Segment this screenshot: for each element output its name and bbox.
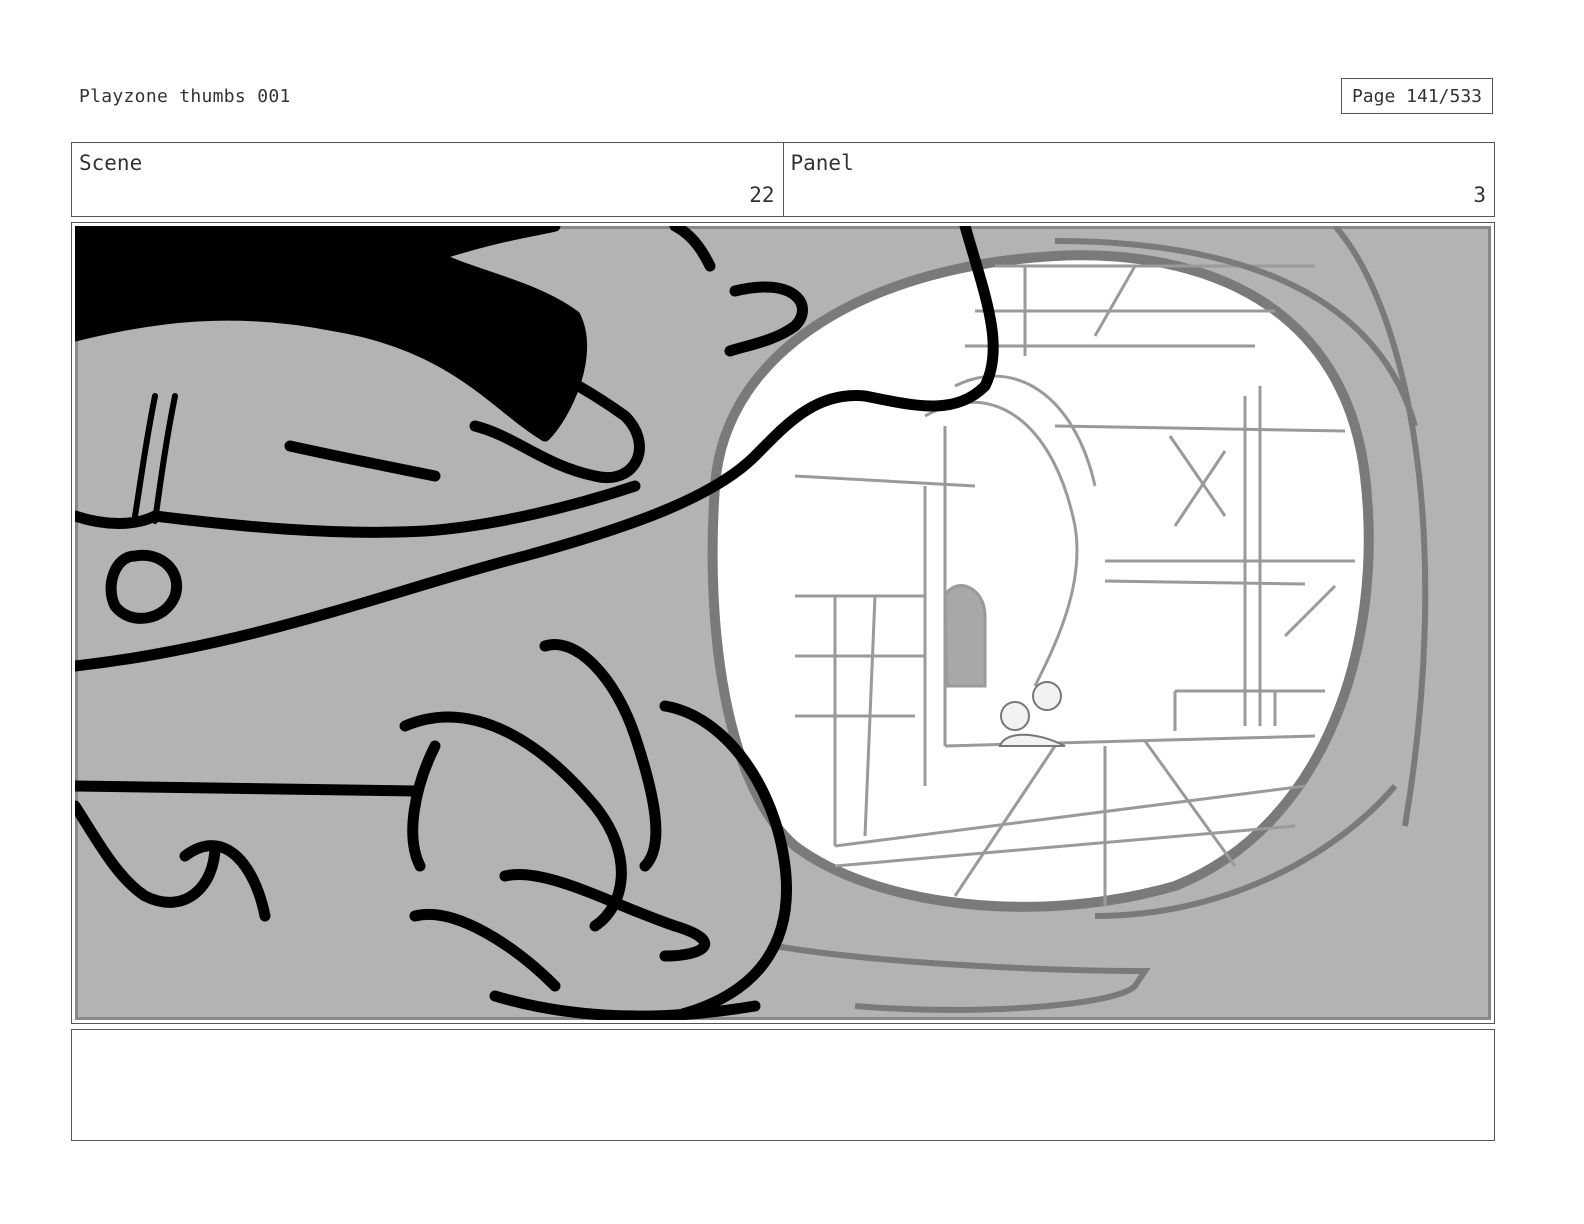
notes-box <box>71 1029 1495 1141</box>
porthole-window <box>707 250 1374 912</box>
scene-cell: Scene 22 <box>72 143 783 216</box>
storyboard-drawing <box>75 226 1491 1020</box>
panel-number: 3 <box>1473 183 1486 207</box>
scene-panel-info-row: Scene 22 Panel 3 <box>71 142 1495 217</box>
page-indicator: Page 141/533 <box>1341 78 1493 114</box>
panel-label: Panel <box>790 151 854 175</box>
document-title: Playzone thumbs 001 <box>79 86 291 107</box>
panel-cell: Panel 3 <box>782 143 1495 216</box>
scene-number: 22 <box>749 183 775 207</box>
storyboard-frame <box>71 222 1495 1024</box>
scene-label: Scene <box>79 151 143 175</box>
